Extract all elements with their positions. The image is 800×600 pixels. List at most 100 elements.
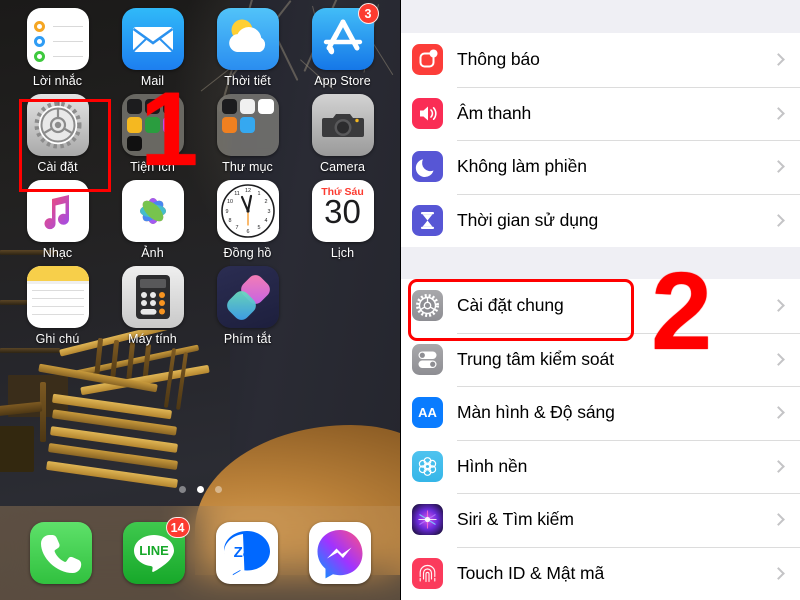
app-label: Máy tính	[128, 332, 177, 346]
settings-row-do-not-disturb[interactable]: Không làm phiền	[401, 140, 800, 194]
dock-app-zalo[interactable]: Zalo	[215, 522, 278, 584]
display-brightness-icon: AA	[412, 397, 443, 429]
app-label: Phím tắt	[223, 332, 272, 346]
shortcuts-icon	[216, 266, 279, 328]
app-badge: 14	[165, 517, 190, 538]
settings-row-general[interactable]: Cài đặt chung	[401, 279, 800, 333]
svg-text:6: 6	[246, 229, 249, 235]
chevron-right-icon	[772, 566, 785, 580]
app-badge: 3	[357, 3, 379, 24]
calendar-icon: Thứ Sáu 30	[311, 180, 374, 242]
settings-row-wallpaper[interactable]: Hình nền	[401, 439, 800, 493]
settings-row-notifications[interactable]: Thông báo	[401, 33, 800, 87]
siri-icon	[412, 504, 443, 536]
app-label: App Store	[314, 74, 371, 88]
annotation-step-2: 2	[651, 250, 713, 373]
svg-text:5: 5	[257, 225, 260, 231]
svg-text:2: 2	[264, 199, 267, 205]
notes-icon	[26, 266, 89, 328]
settings-group-2: Cài đặt chung Trung tâm kiểm soát AA Màn…	[401, 279, 800, 600]
notifications-icon	[412, 44, 443, 76]
settings-row-display-brightness[interactable]: AA Màn hình & Độ sáng	[401, 386, 800, 440]
svg-text:9: 9	[225, 209, 228, 215]
app-weather[interactable]: Thời tiết	[200, 8, 295, 88]
settings-screen: Thông báo Âm thanh Không làm phiền Thời …	[400, 0, 800, 600]
svg-text:3: 3	[267, 209, 270, 215]
chevron-right-icon	[772, 299, 785, 313]
mail-icon	[121, 8, 184, 70]
sounds-speaker-icon	[412, 97, 443, 129]
app-music[interactable]: Nhạc	[10, 180, 105, 260]
chevron-right-icon	[772, 459, 785, 473]
page-dots[interactable]	[0, 486, 400, 493]
chevron-right-icon	[772, 53, 785, 67]
app-clock[interactable]: 12 1 2 345 678 9 10 11 Đồng hồ	[200, 180, 295, 260]
app-notes[interactable]: Ghi chú	[10, 266, 105, 346]
app-reminders[interactable]: Lời nhắc	[10, 8, 105, 88]
dock-app-phone[interactable]	[29, 522, 92, 584]
app-settings[interactable]: Cài đặt	[10, 94, 105, 174]
settings-row-label: Thông báo	[457, 49, 540, 70]
music-note-icon	[26, 180, 89, 242]
settings-top-spacer	[401, 0, 800, 33]
app-label: Thư mục	[222, 160, 273, 174]
app-camera[interactable]: Camera	[295, 94, 390, 174]
svg-text:AA: AA	[418, 405, 437, 420]
app-calculator[interactable]: Máy tính	[105, 266, 200, 346]
settings-row-label: Trung tâm kiểm soát	[457, 348, 614, 369]
svg-text:11: 11	[234, 191, 240, 197]
reminders-icon	[26, 8, 89, 70]
svg-text:7: 7	[235, 225, 238, 231]
dock-app-line[interactable]: LINE 14	[122, 517, 190, 584]
annotation-step-1: 1	[140, 71, 199, 188]
weather-icon	[216, 8, 279, 70]
app-label: Camera	[319, 160, 366, 174]
page-dot	[178, 486, 186, 493]
phone-handset-icon	[29, 522, 92, 584]
settings-group-spacer	[401, 247, 800, 279]
settings-row-siri-search[interactable]: Siri & Tìm kiếm	[401, 493, 800, 547]
svg-text:1: 1	[257, 191, 260, 197]
svg-text:LINE: LINE	[139, 543, 169, 558]
settings-row-label: Cài đặt chung	[457, 295, 564, 316]
svg-text:4: 4	[264, 218, 267, 224]
clock-icon: 12 1 2 345 678 9 10 11	[216, 180, 279, 242]
chevron-right-icon	[772, 213, 785, 227]
app-label: Ghi chú	[35, 332, 80, 346]
app-shortcuts[interactable]: Phím tắt	[200, 266, 295, 346]
svg-text:10: 10	[227, 199, 233, 205]
settings-row-screen-time[interactable]: Thời gian sử dụng	[401, 193, 800, 247]
app-documents-folder[interactable]: Thư mục	[200, 94, 295, 174]
settings-row-sounds[interactable]: Âm thanh	[401, 86, 800, 140]
wallpaper-icon	[412, 450, 443, 482]
settings-row-label: Âm thanh	[457, 102, 532, 123]
app-app-store[interactable]: 3 App Store	[295, 3, 390, 88]
screen-time-hourglass-icon	[412, 204, 443, 236]
app-calendar[interactable]: Thứ Sáu 30 Lịch	[295, 180, 390, 260]
calculator-icon	[121, 266, 184, 328]
camera-icon	[311, 94, 374, 156]
zalo-icon: Zalo	[215, 522, 278, 584]
do-not-disturb-moon-icon	[412, 151, 443, 183]
app-label: Đồng hồ	[223, 246, 272, 260]
page-dot	[214, 486, 222, 493]
settings-row-label: Hình nền	[457, 455, 528, 476]
tutorial-screenshot: Lời nhắc Mail Thời tiết 3 App Store Cài …	[0, 0, 800, 600]
iphone-home-screen: Lời nhắc Mail Thời tiết 3 App Store Cài …	[0, 0, 400, 600]
control-center-icon	[412, 343, 443, 375]
app-grid: Lời nhắc Mail Thời tiết 3 App Store Cài …	[0, 0, 400, 346]
settings-gear-icon	[26, 94, 89, 156]
settings-row-label: Màn hình & Độ sáng	[457, 402, 615, 423]
photos-flower-icon	[121, 180, 184, 242]
svg-text:8: 8	[228, 218, 231, 224]
calendar-day: 30	[324, 193, 361, 230]
touch-id-fingerprint-icon	[412, 557, 443, 589]
app-photos[interactable]: Ảnh	[105, 180, 200, 260]
dock-app-messenger[interactable]	[308, 522, 371, 584]
chevron-right-icon	[772, 406, 785, 420]
chevron-right-icon	[772, 160, 785, 174]
settings-row-control-center[interactable]: Trung tâm kiểm soát	[401, 332, 800, 386]
settings-row-label: Thời gian sử dụng	[457, 209, 599, 230]
settings-row-touch-id-passcode[interactable]: Touch ID & Mật mã	[401, 546, 800, 600]
dock: LINE 14 Zalo	[0, 506, 400, 600]
